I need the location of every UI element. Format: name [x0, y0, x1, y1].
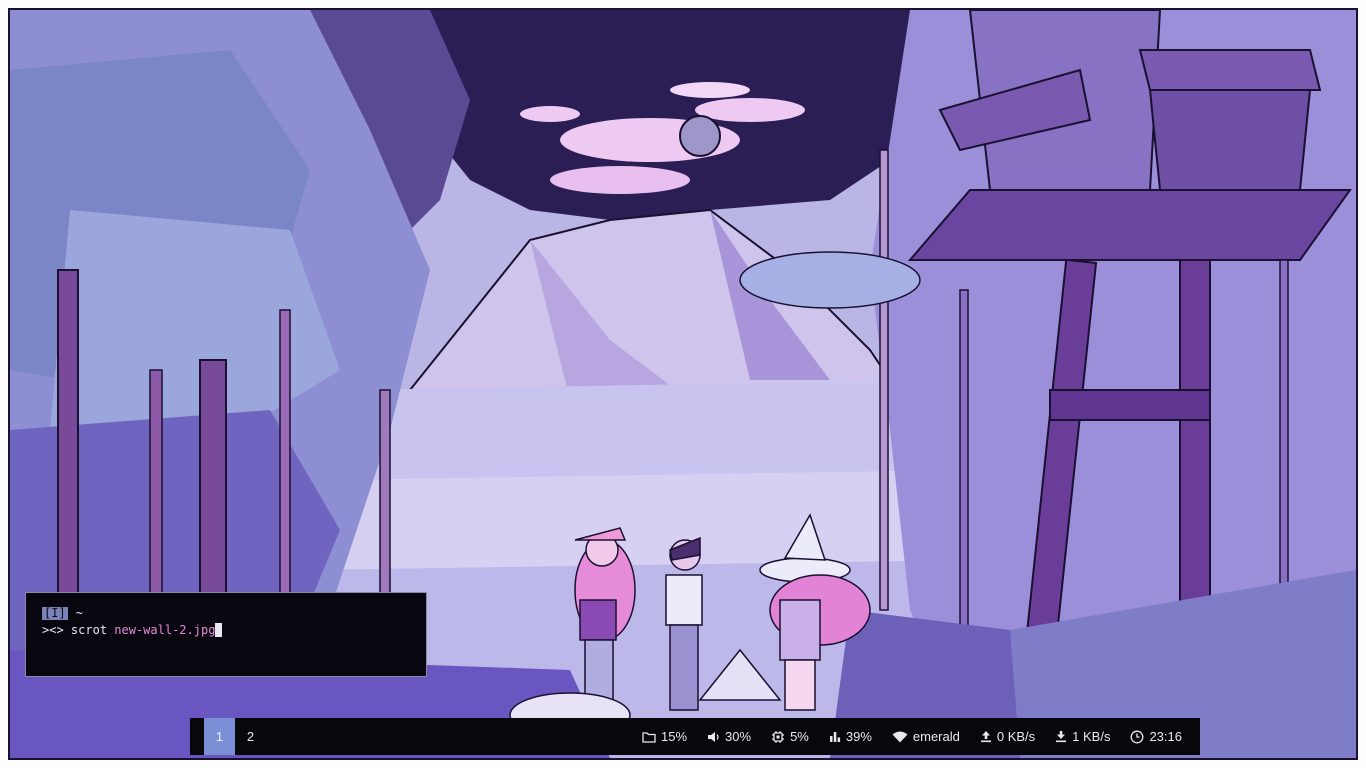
status-bar: 1 2 15% 30% 5% 39% emerald 0 KB/s 1 KB/s…: [190, 718, 1200, 755]
speaker-icon: [708, 731, 719, 742]
desktop: [I] ~ ><> scrot new-wall-2.jpg 1 2 15% 30…: [0, 0, 1366, 768]
prompt-symbol: ><>: [42, 623, 64, 637]
cpu-icon: [772, 730, 785, 743]
terminal-window[interactable]: [I] ~ ><> scrot new-wall-2.jpg: [25, 592, 427, 677]
download-icon: [1056, 731, 1067, 743]
bar-chart-icon: [829, 731, 840, 742]
status-modules: 15% 30% 5% 39% emerald 0 KB/s 1 KB/s 23:…: [622, 718, 1182, 755]
wifi-network-name: emerald: [912, 729, 960, 744]
folder-icon: [642, 731, 656, 743]
clock-module[interactable]: 23:16: [1130, 729, 1182, 744]
memory-module[interactable]: 39%: [829, 729, 872, 744]
upload-speed-value: 0 KB/s: [996, 729, 1036, 744]
terminal-header-line: [I] ~: [42, 605, 426, 622]
volume-module[interactable]: 30%: [707, 729, 751, 744]
download-module[interactable]: 1 KB/s: [1055, 729, 1110, 744]
current-directory: ~: [75, 606, 83, 620]
upload-module[interactable]: 0 KB/s: [980, 729, 1035, 744]
workspace-list: 1 2: [204, 718, 266, 755]
wifi-module[interactable]: emerald: [892, 729, 960, 744]
cpu-module[interactable]: 5%: [771, 729, 809, 744]
cpu-value: 5%: [790, 729, 809, 744]
disk-usage-value: 15%: [661, 729, 688, 744]
volume-value: 30%: [725, 729, 752, 744]
workspace-1-button[interactable]: 1: [204, 718, 235, 755]
wifi-icon: [892, 731, 908, 742]
clock-icon: [1131, 730, 1144, 743]
workspace-2-button[interactable]: 2: [235, 718, 266, 755]
upload-icon: [980, 731, 991, 743]
command-text: scrot: [70, 623, 108, 637]
text-cursor: [215, 623, 223, 637]
clock-time: 23:16: [1149, 729, 1182, 744]
command-argument: new-wall-2.jpg: [114, 623, 216, 637]
disk-module[interactable]: 15%: [642, 729, 687, 744]
download-speed-value: 1 KB/s: [1072, 729, 1111, 744]
vi-mode-indicator: [I]: [42, 606, 68, 620]
memory-value: 39%: [845, 729, 872, 744]
terminal-command-line[interactable]: ><> scrot new-wall-2.jpg: [42, 622, 426, 639]
